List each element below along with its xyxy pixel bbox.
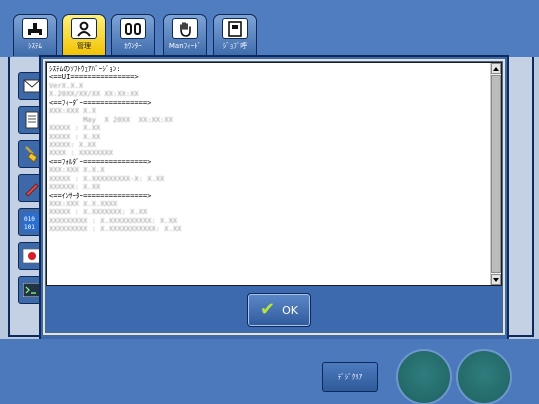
version-line: XXX:XXX X.X [49,107,96,116]
tab-management-label: 管理 [77,42,91,50]
counter-icon [120,18,146,39]
version-dialog: ｼｽﾃﾑのｿﾌﾄｳｪｱﾊﾞｰｼﾞｮﾝ: <==UI===============>… [39,55,509,341]
tab-system-label: ｼｽﾃﾑ [28,42,42,50]
ok-button[interactable]: ✔ OK [247,293,311,327]
version-text-area[interactable]: ｼｽﾃﾑのｿﾌﾄｳｪｱﾊﾞｰｼﾞｮﾝ: <==UI===============>… [46,62,502,286]
arrow-down-icon [493,277,499,282]
ok-button-label: OK [282,303,298,317]
tab-system[interactable]: ｼｽﾃﾑ [13,14,57,56]
hand-icon [172,18,198,39]
tab-job-recall-label: ｼﾞｮﾌﾞ呼 [222,42,248,50]
version-line: XXXXXXXXX : X.XXXXXXXXXXX: X.XX [49,225,182,234]
digi-clear-button[interactable]: ﾃﾞｼﾞｸﾘｱ [322,362,378,392]
version-line: <==ﾌｫﾙﾀﾞｰ===============> [49,157,152,166]
svg-text:101: 101 [24,224,35,231]
version-line: ｼｽﾃﾑのｿﾌﾄｳｪｱﾊﾞｰｼﾞｮﾝ: [49,65,121,73]
tab-job-recall[interactable]: ｼﾞｮﾌﾞ呼 [213,14,257,56]
job-icon [222,18,248,39]
dialog-frame: ｼｽﾃﾑのｿﾌﾄｳｪｱﾊﾞｰｼﾞｮﾝ: <==UI===============>… [43,59,505,335]
user-icon [71,18,97,39]
tab-counter-label: ｶｳﾝﾀｰ [124,42,142,50]
version-line: <==ﾌｨｰﾀﾞｰ===============> [49,98,152,107]
checkmark-icon: ✔ [260,299,276,320]
version-line: XXXXX : X.XXXXXXXXX-X: X.XX [49,174,165,183]
version-text-lines: ｼｽﾃﾑのｿﾌﾄｳｪｱﾊﾞｰｼﾞｮﾝ: <==UI===============>… [49,65,489,234]
version-line: XXX:XXX X.X.X [49,166,105,175]
system-icon [22,18,48,39]
scroll-up-button[interactable] [491,63,501,74]
tab-manual-feed-label: Manﾌｨｰﾄﾞ [168,42,202,50]
version-line: XXXXX : X.XX [49,132,101,141]
arrow-up-icon [493,66,499,71]
bottom-bar: ﾃﾞｼﾞｸﾘｱ [0,339,539,404]
digi-clear-label: ﾃﾞｼﾞｸﾘｱ [337,373,363,381]
version-line: XXX:XXX X.X.XXXX [49,200,118,208]
tab-manual-feed[interactable]: Manﾌｨｰﾄﾞ [163,14,207,56]
tab-management[interactable]: 管理 [62,14,106,56]
svg-text:010: 010 [24,216,35,223]
version-line: XXXXX : X.XX [49,124,101,133]
version-line: XXXXX: X.XX [49,140,96,149]
version-line: May X 20XX XX:XX:XX [49,115,173,124]
tab-counter[interactable]: ｶｳﾝﾀｰ [111,14,155,56]
round-button-right[interactable] [456,349,512,404]
vertical-scrollbar[interactable] [490,63,501,285]
version-line: XXXXX : X.XXXXXXX: X.XX [49,208,148,217]
scroll-down-button[interactable] [491,274,501,285]
scroll-thumb[interactable] [491,75,501,273]
version-line: X.20XX/XX/XX XX:XX:XX [49,90,139,99]
round-button-left[interactable] [396,349,452,404]
version-line: <==UI===============> [49,73,139,82]
version-line: <==ｲﾝｻｰﾀｰ===============> [49,191,152,200]
top-tab-bar: ｼｽﾃﾑ 管理 ｶｳﾝﾀｰ Manﾌｨｰﾄﾞ ｼﾞｮﾌﾞ呼 [0,0,539,57]
version-line: VerX.X.X [49,81,84,90]
app-window: ｼｽﾃﾑ 管理 ｶｳﾝﾀｰ Manﾌｨｰﾄﾞ ｼﾞｮﾌﾞ呼 010 101 ｼｽ… [0,0,539,404]
version-line: XXXXXXXXX : X.XXXXXXXXXX: X.XX [49,216,178,225]
version-line: XXXXXX: X.XX [49,183,101,192]
version-line: XXXX : XXXXXXXX [49,149,114,158]
